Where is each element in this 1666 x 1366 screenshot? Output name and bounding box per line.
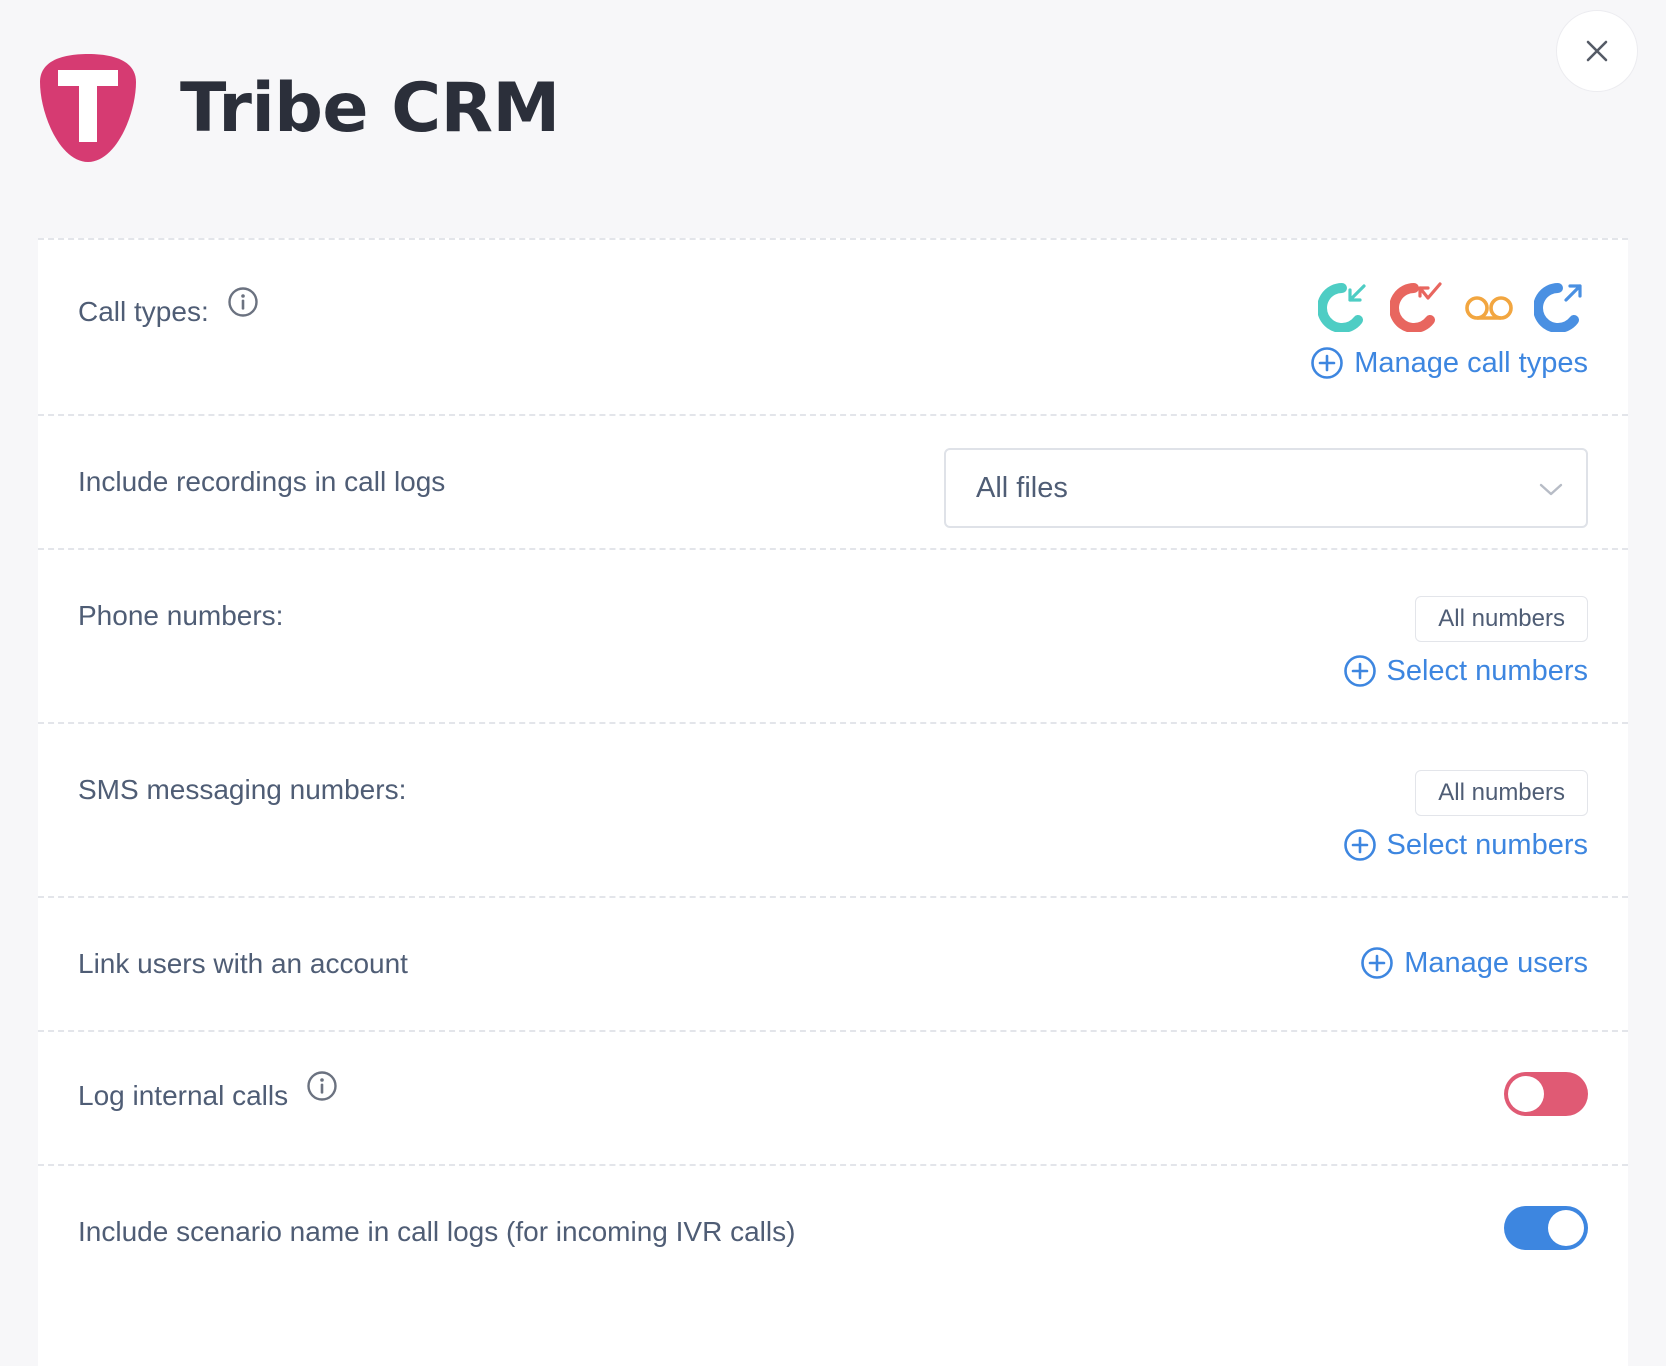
scenario-name-label: Include scenario name in call logs (for … [78,1216,796,1247]
recordings-selected-value: All files [976,471,1068,504]
recordings-select[interactable]: All files [944,448,1588,528]
manage-call-types-label: Manage call types [1354,346,1588,379]
phone-numbers-row: Phone numbers: All numbers Select number… [38,548,1628,722]
select-sms-numbers-label: Select numbers [1386,828,1589,861]
recordings-row: Include recordings in call logs All file… [38,414,1628,548]
call-type-icons [1318,278,1588,332]
select-phone-numbers-label: Select numbers [1386,654,1589,687]
internal-calls-row: Log internal calls [38,1030,1628,1164]
toggle-knob [1548,1210,1584,1246]
call-types-label-wrap: Call types: [78,287,259,328]
link-users-label: Link users with an account [78,948,408,979]
manage-users-link[interactable]: Manage users [1360,946,1588,980]
incoming-call-icon[interactable] [1318,278,1372,332]
internal-calls-label: Log internal calls [78,1080,289,1111]
app-title: Tribe CRM [180,68,560,148]
sms-numbers-chip: All numbers [1415,770,1588,816]
sms-numbers-label: SMS messaging numbers: [78,774,407,805]
info-icon[interactable] [306,1070,338,1102]
call-types-controls: Manage call types [1310,278,1588,380]
phone-numbers-label: Phone numbers: [78,600,284,631]
sms-numbers-row: SMS messaging numbers: All numbers Selec… [38,722,1628,896]
settings-panel: Call types: Manage call types Include re… [38,238,1628,1366]
recordings-label: Include recordings in call logs [78,466,446,497]
integration-settings-page: Tribe CRM Call types: Manage call types … [0,0,1666,1366]
select-phone-numbers-link[interactable]: Select numbers [1343,654,1589,688]
call-types-label: Call types: [78,296,209,327]
link-users-controls: Manage users [1360,946,1588,980]
manage-users-label: Manage users [1404,946,1588,979]
internal-calls-toggle[interactable] [1504,1072,1588,1116]
scenario-name-row: Include scenario name in call logs (for … [38,1164,1628,1298]
tribe-crm-logo [40,54,136,162]
voicemail-icon[interactable] [1462,278,1516,332]
internal-calls-label-wrap: Log internal calls [78,1071,338,1112]
header: Tribe CRM [38,52,560,164]
outgoing-call-icon[interactable] [1534,278,1588,332]
call-types-row: Call types: Manage call types [38,238,1628,414]
link-users-row: Link users with an account Manage users [38,896,1628,1030]
sms-numbers-controls: All numbers Select numbers [1343,770,1589,862]
phone-numbers-chip: All numbers [1415,596,1588,642]
phone-numbers-controls: All numbers Select numbers [1343,596,1589,688]
scenario-name-toggle[interactable] [1504,1206,1588,1250]
info-icon[interactable] [227,286,259,318]
missed-call-icon[interactable] [1390,278,1444,332]
select-sms-numbers-link[interactable]: Select numbers [1343,828,1589,862]
plus-circle-icon [1343,655,1376,687]
plus-circle-icon [1361,947,1394,979]
close-button[interactable] [1556,10,1638,92]
plus-circle-icon [1311,347,1344,379]
toggle-knob [1508,1076,1544,1112]
close-icon [1586,40,1608,62]
plus-circle-icon [1343,829,1376,861]
chevron-down-icon [1539,483,1563,496]
manage-call-types-link[interactable]: Manage call types [1310,346,1588,380]
